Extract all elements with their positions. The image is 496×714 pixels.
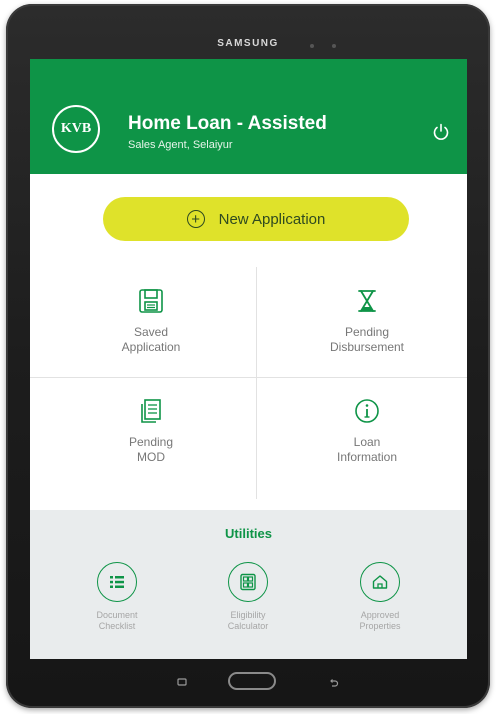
- utility-label-line1: Eligibility: [230, 610, 266, 620]
- grid-divider-horizontal: [30, 377, 467, 378]
- recent-apps-icon[interactable]: [176, 676, 188, 688]
- tablet-frame: SAMSUNG KVB Home Loan - Assisted Sales A…: [6, 4, 490, 708]
- tile-saved-application[interactable]: Saved Application: [46, 287, 256, 355]
- list-icon: [110, 576, 124, 588]
- app-header: KVB Home Loan - Assisted Sales Agent, Se…: [30, 59, 467, 174]
- tile-loan-information[interactable]: Loan Information: [262, 397, 467, 465]
- tile-pending-mod[interactable]: Pending MOD: [46, 397, 256, 465]
- utilities-section: Utilities Document Checklist Eligibility…: [30, 510, 467, 659]
- app-screen: KVB Home Loan - Assisted Sales Agent, Se…: [30, 59, 467, 659]
- power-icon[interactable]: [430, 121, 452, 143]
- plus-circle-icon: +: [186, 210, 205, 228]
- info-icon: [355, 399, 379, 423]
- floppy-disk-icon: [139, 289, 163, 313]
- user-role: Sales Agent, Selaiyur: [128, 139, 233, 151]
- new-application-button[interactable]: + New Application: [103, 197, 409, 241]
- home-icon: [372, 575, 388, 589]
- utility-icon-circle: [228, 562, 268, 602]
- utility-approved-properties[interactable]: Approved Properties: [330, 562, 430, 632]
- calculator-icon: [240, 573, 256, 591]
- hourglass-icon: [358, 290, 376, 312]
- tile-label-line2: Application: [121, 340, 181, 354]
- tile-label-line1: Pending: [128, 435, 174, 449]
- app-title: Home Loan - Assisted: [128, 113, 327, 134]
- camera-dot: [310, 44, 314, 48]
- document-icon: [141, 399, 161, 423]
- utility-label-line2: Properties: [359, 621, 401, 631]
- tile-label-line1: Loan: [353, 435, 381, 449]
- tile-label-line2: MOD: [137, 450, 165, 464]
- back-icon[interactable]: [328, 676, 340, 688]
- utility-eligibility-calculator[interactable]: Eligibility Calculator: [198, 562, 298, 632]
- utility-icon-circle: [97, 562, 137, 602]
- grid-divider-vertical: [256, 267, 257, 499]
- tile-pending-disbursement[interactable]: Pending Disbursement: [262, 287, 467, 355]
- utilities-title: Utilities: [225, 526, 272, 541]
- tile-label-line1: Saved: [133, 325, 169, 339]
- utility-icon-circle: [360, 562, 400, 602]
- home-button[interactable]: [228, 672, 276, 690]
- utility-label-line1: Approved: [360, 610, 400, 620]
- sensor-dot: [332, 44, 336, 48]
- device-brand: SAMSUNG: [217, 38, 279, 49]
- tile-label-line2: Information: [336, 450, 398, 464]
- utility-label-line1: Document: [96, 610, 138, 620]
- kvb-logo: KVB: [52, 105, 100, 153]
- utility-label-line2: Checklist: [98, 621, 136, 631]
- tile-label-line1: Pending: [344, 325, 390, 339]
- new-application-label: New Application: [218, 210, 326, 228]
- utility-document-checklist[interactable]: Document Checklist: [67, 562, 167, 632]
- tile-label-line2: Disbursement: [329, 340, 405, 354]
- utility-label-line2: Calculator: [227, 621, 269, 631]
